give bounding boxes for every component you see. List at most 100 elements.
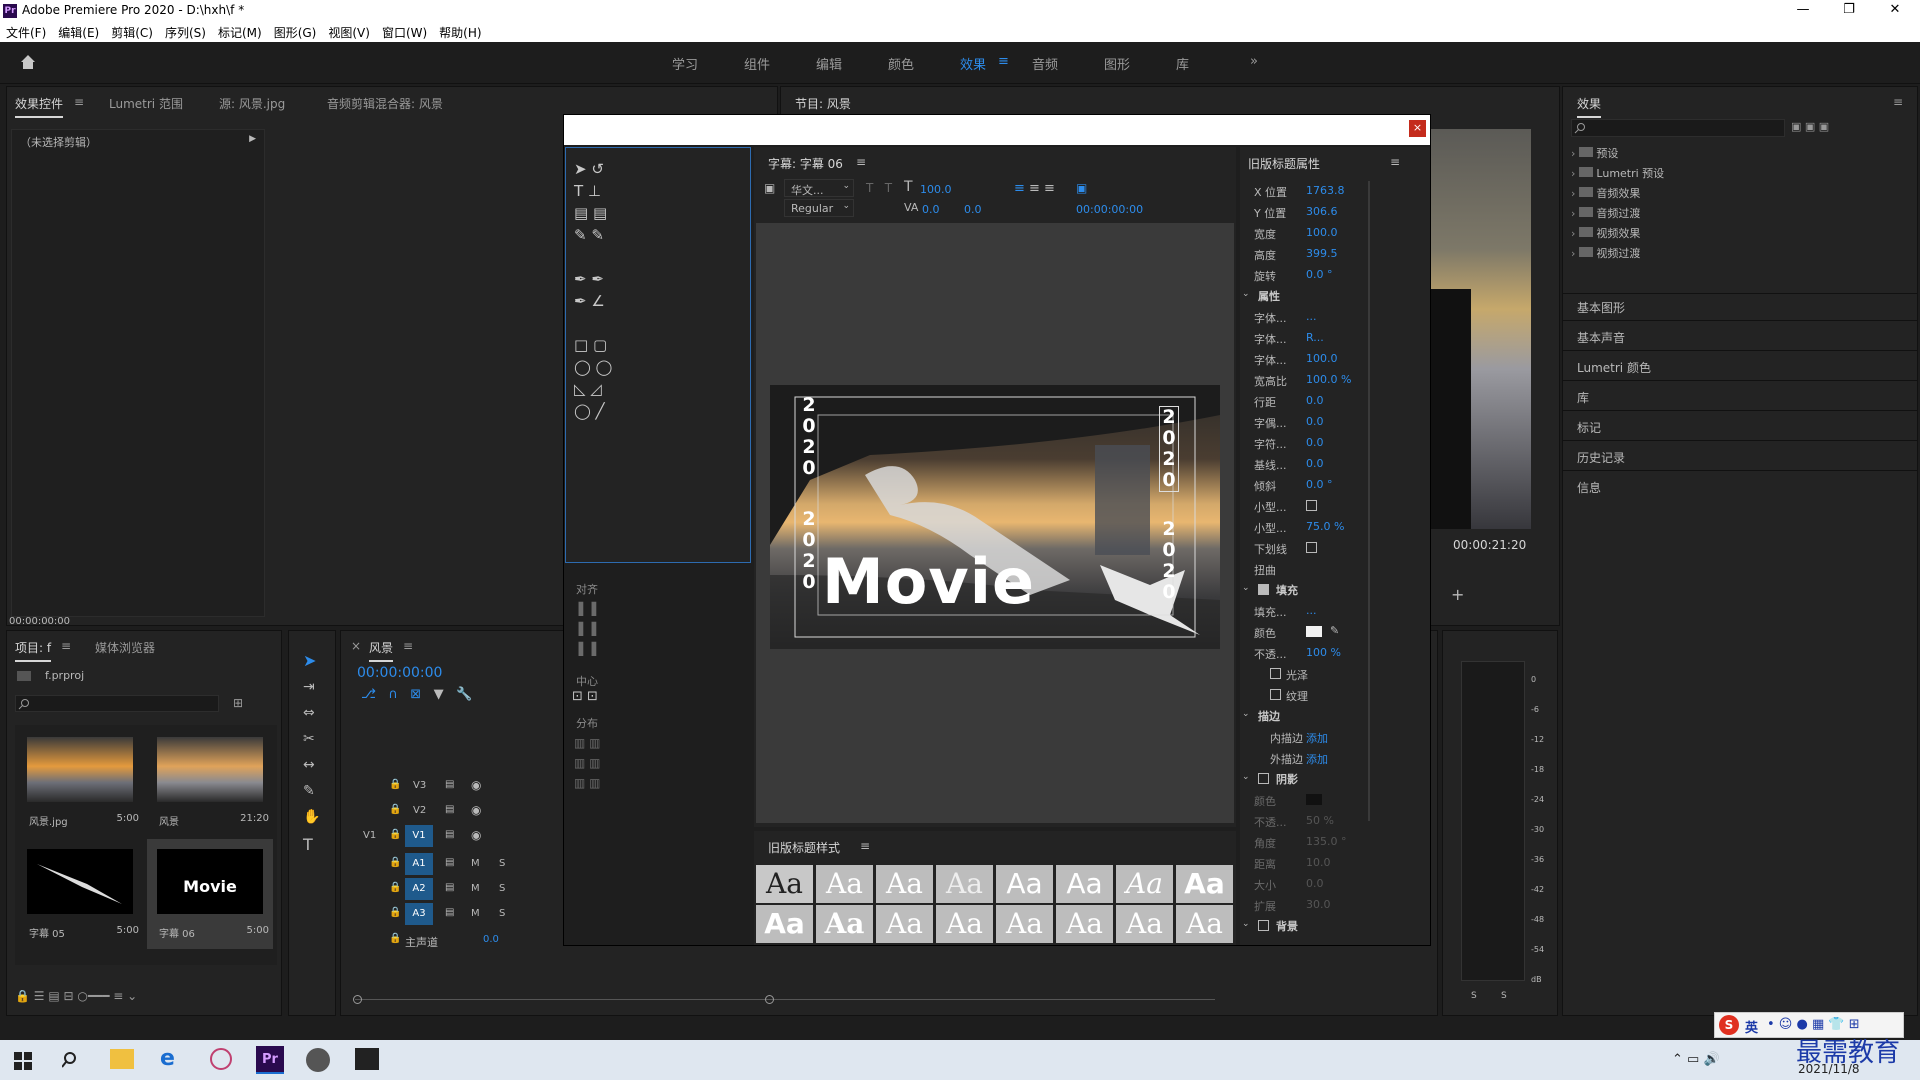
scroll-handle-mid[interactable] — [765, 995, 774, 1004]
solo-button[interactable]: S — [499, 883, 505, 894]
title-tab[interactable]: 字幕: 字幕 06 — [768, 155, 843, 172]
new-bin-icons[interactable]: ▣ ▣ ▣ — [1791, 120, 1829, 133]
attribute-property[interactable]: 扭曲 — [1240, 559, 1366, 580]
style-swatch[interactable]: Aa — [1176, 865, 1233, 903]
vertical-year-right-top-selected[interactable]: 2020 — [1159, 406, 1179, 492]
sync-icon[interactable]: ▤ — [445, 907, 454, 918]
tab-effect-controls[interactable]: 效果控件 — [15, 95, 64, 118]
property-value[interactable]: 50 % — [1306, 814, 1334, 827]
menu-window[interactable]: 窗口(W) — [376, 22, 433, 41]
property-value[interactable]: 100.0 — [1306, 352, 1338, 365]
workspace-more-button[interactable]: » — [1250, 54, 1258, 69]
checkbox[interactable] — [1270, 668, 1281, 679]
center-buttons[interactable]: ⊡ ⊡ — [572, 689, 598, 704]
distribute-buttons[interactable]: ▥ ▥ ▥ ▥ ▥ ▥ — [574, 733, 601, 793]
property-value[interactable]: 添加 — [1306, 730, 1328, 746]
font-style-select[interactable]: Regular ⌄ — [784, 199, 854, 217]
project-search-input[interactable] — [15, 695, 219, 712]
tree-item-presets[interactable]: › 预设 — [1563, 145, 1917, 166]
slip-tool-icon[interactable]: ↔ — [303, 757, 315, 773]
title-canvas-frame[interactable]: 2020 2020 2020 2020 Movie — [770, 385, 1220, 649]
property-value[interactable]: 添加 — [1306, 751, 1328, 767]
property-value[interactable]: 0.0 — [1306, 436, 1324, 449]
tab-project[interactable]: 项目: f — [15, 639, 52, 662]
style-swatch[interactable]: Aa — [756, 865, 813, 903]
fill-property[interactable]: 颜色 ✎ — [1240, 622, 1366, 643]
property-value[interactable]: 100.0 % — [1306, 373, 1351, 386]
property-value[interactable]: 0.0 ° — [1306, 478, 1333, 491]
sogou-ime-icon[interactable]: S — [1719, 1015, 1739, 1035]
search-icon[interactable] — [62, 1051, 80, 1069]
property-value[interactable]: 100 % — [1306, 646, 1341, 659]
property-value[interactable]: 30.0 — [1306, 898, 1331, 911]
attribute-property[interactable]: 下划线 — [1240, 538, 1366, 559]
mute-button[interactable]: M — [471, 908, 480, 919]
shadow-property[interactable]: 颜色 — [1240, 790, 1366, 811]
lock-icon[interactable]: 🔒 — [389, 907, 401, 918]
eye-icon[interactable]: ◉ — [471, 828, 481, 842]
align-text-buttons[interactable]: ≡ ≡ ≡ — [1014, 181, 1055, 196]
system-tray-icons[interactable]: ⌃ ▭ 🔊 — [1672, 1052, 1720, 1067]
tree-item-lumetri-presets[interactable]: › Lumetri 预设 — [1563, 165, 1917, 186]
style-swatch[interactable]: Aa — [936, 905, 993, 943]
section-essential-graphics[interactable]: 基本图形 — [1577, 299, 1625, 316]
titler-timecode[interactable]: 00:00:00:00 — [1076, 203, 1143, 216]
timeline-toolbar-icons[interactable]: ⎇ ∩ ⊠ ▼ 🔧 — [361, 687, 472, 702]
type-tool-icon[interactable]: T — [303, 835, 313, 854]
property-value[interactable]: 306.6 — [1306, 205, 1338, 218]
eye-icon[interactable]: ◉ — [471, 778, 481, 792]
pen-tool-icon[interactable]: ✎ — [303, 783, 315, 799]
shadow-property[interactable]: 角度 135.0 ° — [1240, 832, 1366, 853]
project-item[interactable]: 风景 21:20 — [147, 727, 273, 837]
fill-property[interactable]: 光泽 — [1240, 664, 1366, 685]
properties-section-attributes[interactable]: ⌄ 属性 — [1240, 286, 1366, 307]
lock-icon[interactable]: 🔒 — [389, 857, 401, 868]
transform-property[interactable]: 高度 399.5 — [1240, 244, 1366, 265]
property-value[interactable]: 75.0 % — [1306, 520, 1344, 533]
ime-tool-icons[interactable]: • ☺ ● ▦ 👕 ⊞ — [1767, 1017, 1860, 1032]
stroke-property[interactable]: 内描边 添加 — [1240, 727, 1366, 748]
menu-file[interactable]: 文件(F) — [0, 22, 52, 41]
tree-item-video-transitions[interactable]: › 视频过渡 — [1563, 245, 1917, 266]
checkbox[interactable] — [1306, 500, 1317, 511]
maximize-button[interactable]: ❐ — [1826, 0, 1872, 22]
project-item[interactable]: 风景.jpg 5:00 — [17, 727, 143, 837]
sync-icon[interactable]: ▤ — [445, 882, 454, 893]
tab-media-browser[interactable]: 媒体浏览器 — [95, 639, 155, 656]
workspace-tab-color[interactable]: 颜色 — [888, 54, 914, 73]
attribute-property[interactable]: 小型... 75.0 % — [1240, 517, 1366, 538]
fill-color-swatch[interactable] — [1306, 626, 1322, 637]
style-swatch[interactable]: Aa — [1176, 905, 1233, 943]
tab-program[interactable]: 节目: 风景 — [795, 95, 851, 118]
attribute-property[interactable]: 倾斜 0.0 ° — [1240, 475, 1366, 496]
style-swatch[interactable]: Aa — [756, 905, 813, 943]
windows-start-icon[interactable] — [14, 1052, 32, 1070]
workspace-tab-graphics[interactable]: 图形 — [1104, 54, 1130, 73]
expand-arrow-icon[interactable]: ▶ — [249, 134, 256, 144]
menu-sequence[interactable]: 序列(S) — [159, 22, 212, 41]
attribute-property[interactable]: 基线... 0.0 — [1240, 454, 1366, 475]
workspace-tab-audio[interactable]: 音频 — [1032, 54, 1058, 73]
menu-help[interactable]: 帮助(H) — [433, 22, 487, 41]
scroll-handle-left[interactable] — [353, 995, 362, 1004]
app-icon[interactable] — [210, 1048, 232, 1070]
stroke-property[interactable]: 外描边 添加 — [1240, 748, 1366, 769]
ime-language[interactable]: 英 — [1745, 1017, 1758, 1036]
property-value[interactable]: R... — [1306, 331, 1324, 344]
property-value[interactable]: 0.0 — [1306, 394, 1324, 407]
workspace-tab-learn[interactable]: 学习 — [672, 54, 698, 73]
eye-icon[interactable]: ◉ — [471, 803, 481, 817]
new-bin-icon[interactable]: ⊞ — [233, 696, 243, 710]
titler-tool-grid[interactable]: ➤ ↺ T ⊥ ▤ ▤ ✎ ✎ ✒ ✒ ✒ ∠ □ ▢ ◯ ◯ ◺ ◿ ◯ ╱ — [574, 158, 634, 422]
sync-icon[interactable]: ▤ — [445, 829, 454, 840]
shadow-property[interactable]: 大小 0.0 — [1240, 874, 1366, 895]
sync-icon[interactable]: ▤ — [445, 857, 454, 868]
hand-tool-icon[interactable]: ✋ — [303, 809, 320, 825]
bold-italic-icons[interactable]: T T — [866, 181, 892, 195]
shadow-property[interactable]: 扩展 30.0 — [1240, 895, 1366, 916]
lock-icon[interactable]: 🔒 — [389, 829, 401, 840]
shadow-color-swatch[interactable] — [1306, 794, 1322, 805]
titler-close-button[interactable]: × — [1409, 120, 1426, 137]
mute-button[interactable]: M — [471, 883, 480, 894]
checkbox[interactable] — [1306, 542, 1317, 553]
